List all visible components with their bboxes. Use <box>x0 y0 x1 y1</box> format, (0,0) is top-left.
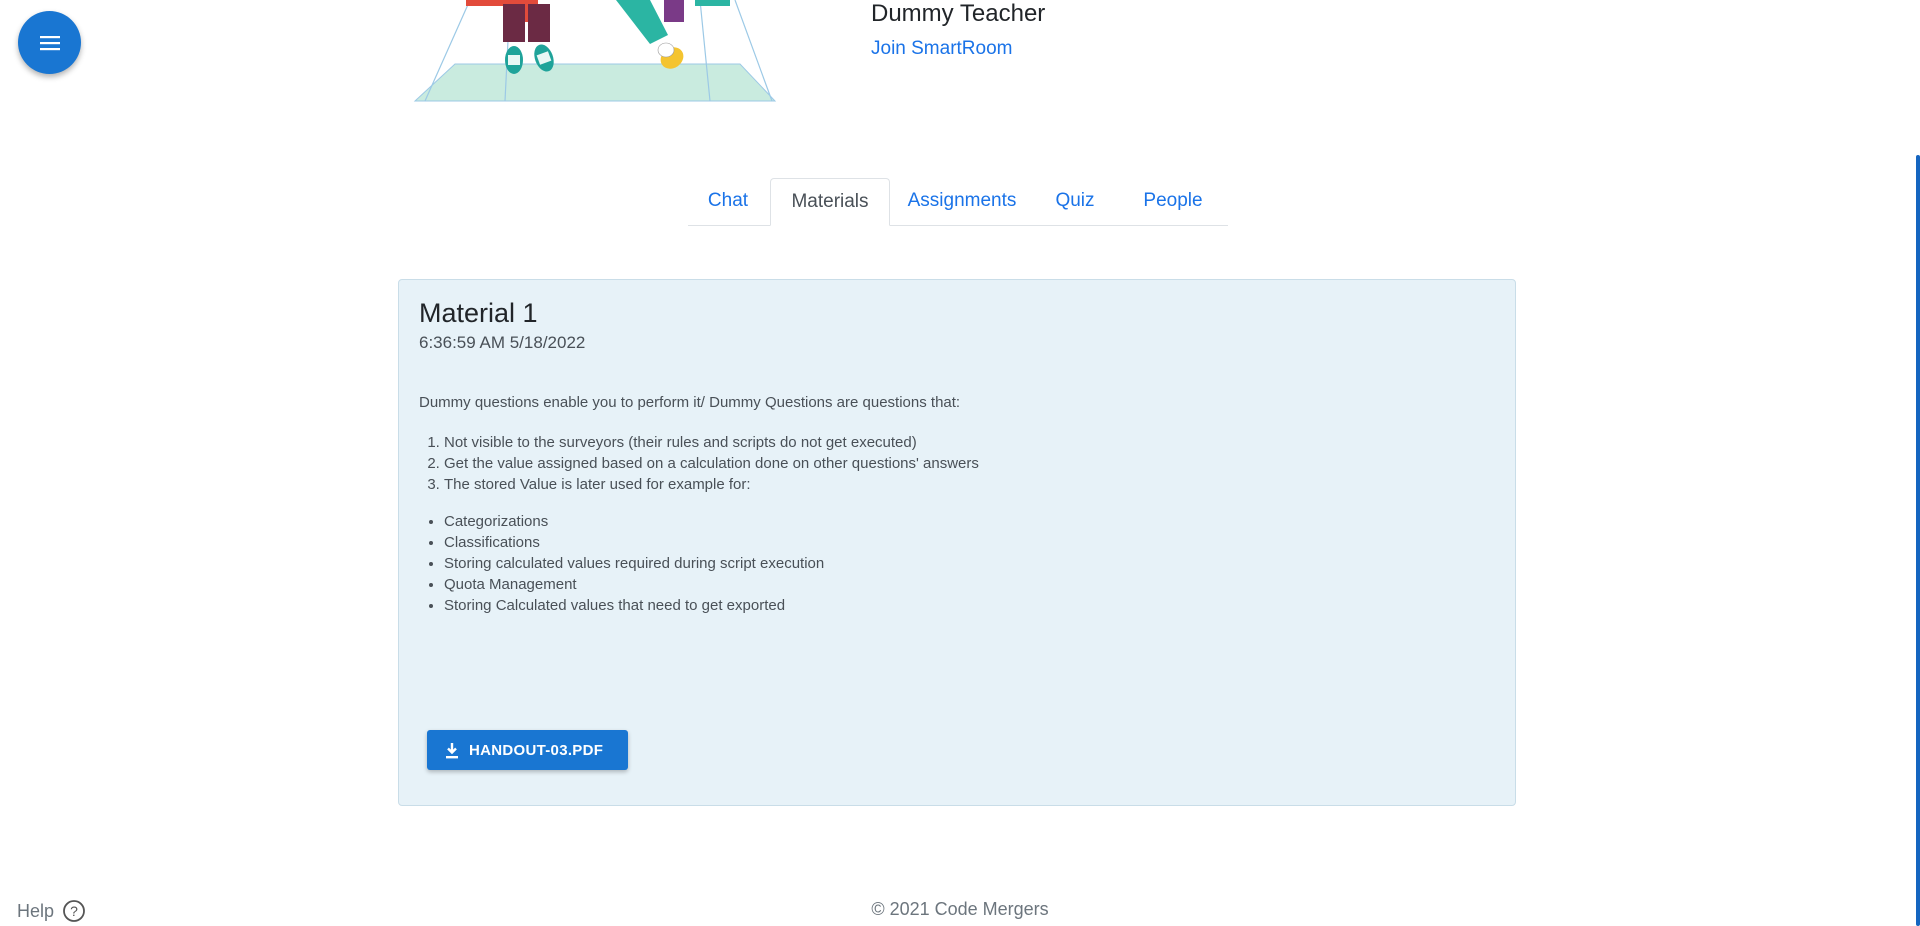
material-date: 6:36:59 AM 5/18/2022 <box>419 333 586 352</box>
download-button-label: HANDOUT-03.PDF <box>469 741 604 759</box>
bullet-list-item: Storing Calculated values that need to g… <box>444 595 824 616</box>
menu-button[interactable] <box>18 11 81 74</box>
ordered-list-item: Not visible to the surveyors (their rule… <box>444 432 979 453</box>
tab-chat[interactable]: Chat <box>688 178 768 225</box>
footer-copyright: © 2021 Code Mergers <box>871 899 1049 919</box>
download-handout-button[interactable]: HANDOUT-03.PDF <box>427 730 628 770</box>
menu-icon <box>39 35 60 50</box>
tab-materials[interactable]: Materials <box>770 178 890 226</box>
ordered-list-item: The stored Value is later used for examp… <box>444 474 979 495</box>
scrollbar-thumb[interactable] <box>1916 155 1920 926</box>
ordered-list-item: Get the value assigned based on a calcul… <box>444 453 979 474</box>
material-title: Material 1 <box>419 298 538 328</box>
tab-bar: Chat Materials Assignments Quiz People <box>688 178 1228 226</box>
bullet-list-item: Categorizations <box>444 511 824 532</box>
classroom-illustration <box>413 0 777 102</box>
bullet-list-item: Classifications <box>444 532 824 553</box>
bullet-list-item: Quota Management <box>444 574 824 595</box>
tab-quiz[interactable]: Quiz <box>1040 178 1110 225</box>
material-intro: Dummy questions enable you to perform it… <box>419 394 961 411</box>
material-card: Material 1 6:36:59 AM 5/18/2022 Dummy qu… <box>398 279 1516 806</box>
bullet-list-item: Storing calculated values required durin… <box>444 553 824 574</box>
tab-assignments[interactable]: Assignments <box>898 178 1026 225</box>
material-bullet-list: Categorizations Classifications Storing … <box>419 511 824 616</box>
teacher-name: Dummy Teacher <box>871 0 1046 27</box>
join-smartroom-link[interactable]: Join SmartRoom <box>871 38 1013 60</box>
tab-people[interactable]: People <box>1128 178 1218 225</box>
material-ordered-list: Not visible to the surveyors (their rule… <box>419 432 979 495</box>
download-icon <box>446 742 458 758</box>
